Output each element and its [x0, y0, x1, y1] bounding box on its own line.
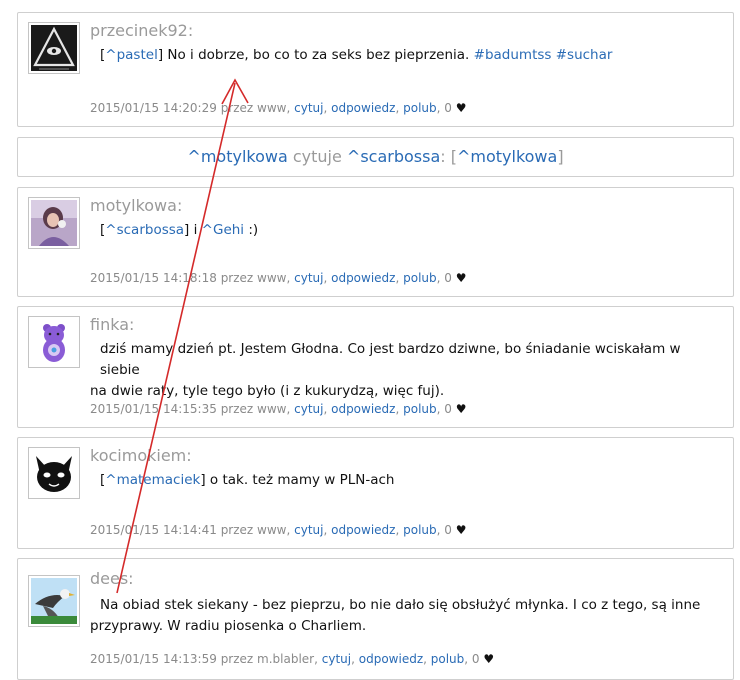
mention-link[interactable]: ^pastel [105, 47, 158, 63]
quote-sep: : [ [440, 147, 457, 166]
post-meta: 2015/01/15 14:15:35 przez www, cytuj, od… [90, 402, 467, 416]
reply-link[interactable]: odpowiedz [331, 402, 395, 416]
heart-icon: ♥ [455, 523, 467, 537]
heart-icon: ♥ [455, 402, 467, 416]
post-body: [^pastel] No i dobrze, bo co to za seks … [90, 45, 721, 66]
post-author[interactable]: motylkowa: [90, 196, 182, 215]
heart-icon: ♥ [455, 101, 467, 115]
post-motylkowa: motylkowa: [^scarbossa] i ^Gehi :) 2015/… [17, 187, 734, 297]
triangle-eye-avatar-icon [31, 25, 77, 71]
mention-link[interactable]: ^Gehi [202, 222, 244, 238]
quote-end: ] [557, 147, 564, 166]
post-text-line: na dwie raty, tyle tego było (i z kukury… [90, 383, 445, 399]
avatar[interactable] [28, 575, 80, 627]
post-meta: 2015/01/15 14:18:18 przez www, cytuj, od… [90, 271, 467, 285]
post-body: Na obiad stek siekany - bez pieprzu, bo … [90, 595, 721, 637]
eagle-photo-avatar-icon [31, 578, 77, 624]
like-link[interactable]: polub [403, 402, 437, 416]
post-przecinek92: przecinek92: [^pastel] No i dobrze, bo c… [17, 12, 734, 127]
like-count: , 0 [436, 101, 452, 115]
post-dees: dees: Na obiad stek siekany - bez pieprz… [17, 558, 734, 680]
post-kocimokiem: kocimokiem: [^matemaciek] o tak. też mam… [17, 437, 734, 549]
post-date: 2015/01/15 14:14:41 przez www, [90, 523, 291, 537]
post-meta: 2015/01/15 14:20:29 przez www, cytuj, od… [90, 101, 467, 115]
reply-link[interactable]: odpowiedz [331, 523, 395, 537]
post-author[interactable]: kocimokiem: [90, 446, 192, 465]
post-text: No i dobrze, bo co to za seks bez pieprz… [163, 47, 474, 63]
avatar[interactable] [28, 447, 80, 499]
quote-target-link[interactable]: ^scarbossa [347, 147, 440, 166]
post-author[interactable]: przecinek92: [90, 21, 193, 40]
post-body: [^scarbossa] i ^Gehi :) [90, 220, 721, 241]
reply-link[interactable]: odpowiedz [331, 271, 395, 285]
post-body: dziś mamy dzień pt. Jestem Głodna. Co je… [90, 339, 721, 402]
like-count: , 0 [436, 402, 452, 416]
black-cat-avatar-icon [31, 450, 77, 496]
post-meta: 2015/01/15 14:13:59 przez m.blabler, cyt… [90, 652, 495, 666]
like-count: , 0 [436, 271, 452, 285]
post-meta: 2015/01/15 14:14:41 przez www, cytuj, od… [90, 523, 467, 537]
post-date: 2015/01/15 14:20:29 przez www, [90, 101, 291, 115]
post-finka: finka: dziś mamy dzień pt. Jestem Głodna… [17, 306, 734, 428]
heart-icon: ♥ [483, 652, 495, 666]
quote-ref-link[interactable]: ^motylkowa [457, 147, 557, 166]
post-body: [^matemaciek] o tak. też mamy w PLN-ach [90, 470, 721, 491]
purple-bear-avatar-icon [31, 319, 77, 365]
like-link[interactable]: polub [403, 523, 437, 537]
post-text-line: Na obiad stek siekany - bez pieprzu, bo … [100, 597, 701, 613]
like-count: , 0 [464, 652, 480, 666]
hashtag-link[interactable]: #suchar [556, 47, 613, 63]
heart-icon: ♥ [455, 271, 467, 285]
mention-link[interactable]: ^matemaciek [105, 472, 200, 488]
hashtag-link[interactable]: #badumtss [474, 47, 552, 63]
avatar[interactable] [28, 197, 80, 249]
post-text-line: przyprawy. W radiu piosenka o Charliem. [90, 618, 367, 634]
like-link[interactable]: polub [403, 271, 437, 285]
like-count: , 0 [436, 523, 452, 537]
post-date: 2015/01/15 14:18:18 przez www, [90, 271, 291, 285]
like-link[interactable]: polub [431, 652, 465, 666]
post-author[interactable]: finka: [90, 315, 134, 334]
reply-link[interactable]: odpowiedz [331, 101, 395, 115]
avatar[interactable] [28, 316, 80, 368]
post-author[interactable]: dees: [90, 569, 134, 588]
post-date: 2015/01/15 14:13:59 przez m.blabler, [90, 652, 318, 666]
post-text: :) [244, 222, 259, 238]
post-date: 2015/01/15 14:15:35 przez www, [90, 402, 291, 416]
like-link[interactable]: polub [403, 101, 437, 115]
quote-user-link[interactable]: ^motylkowa [187, 147, 287, 166]
quote-verb: cytuje [287, 147, 347, 166]
quote-link[interactable]: cytuj [322, 652, 351, 666]
post-text: i [189, 222, 202, 238]
girl-photo-avatar-icon [31, 200, 77, 246]
avatar[interactable] [28, 22, 80, 74]
mention-link[interactable]: ^scarbossa [105, 222, 184, 238]
post-text-line: dziś mamy dzień pt. Jestem Głodna. Co je… [100, 341, 681, 378]
quote-notice: ^motylkowa cytuje ^scarbossa: [^motylkow… [17, 137, 734, 177]
post-text: o tak. też mamy w PLN-ach [205, 472, 395, 488]
quote-link[interactable]: cytuj [294, 271, 323, 285]
quote-link[interactable]: cytuj [294, 523, 323, 537]
quote-link[interactable]: cytuj [294, 101, 323, 115]
quote-link[interactable]: cytuj [294, 402, 323, 416]
reply-link[interactable]: odpowiedz [359, 652, 423, 666]
